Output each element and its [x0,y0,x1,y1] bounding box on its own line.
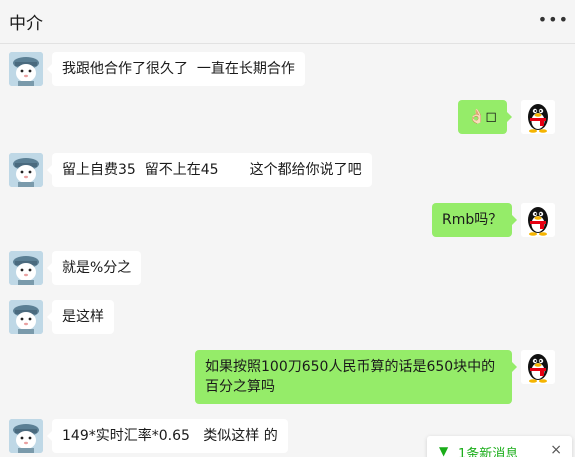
contact-avatar-icon [9,419,43,453]
message-bubble-sent[interactable]: Rmb吗？ [432,203,518,237]
penguin-avatar-icon [521,100,555,134]
new-message-count[interactable]: 1条新消息 [458,443,518,457]
penguin-avatar-icon [521,350,555,384]
message-bubble-received[interactable]: 留上自费35 留不上在45 这个都给你说了吧 [47,153,372,187]
message-bubble-sent[interactable]: 👌🏻◻ [458,100,513,134]
close-icon[interactable]: × [550,442,562,457]
my-avatar[interactable] [521,100,555,134]
chat-title: 中介 [9,14,43,34]
contact-avatar[interactable] [9,52,43,86]
contact-avatar-icon [9,251,43,285]
message-bubble-received[interactable]: 就是%分之 [46,251,142,285]
contact-avatar-icon [9,153,43,187]
contact-avatar[interactable] [9,300,43,334]
contact-avatar[interactable] [9,419,43,453]
message-bubble-sent[interactable]: 如果按照100刀650人民币算的话是650块中的百分之算吗 [195,350,517,404]
my-avatar[interactable] [521,350,555,384]
more-options-icon[interactable]: ••• [538,10,569,29]
message-bubble-received[interactable]: 是这样 [47,300,114,334]
contact-avatar[interactable] [9,251,43,285]
contact-avatar[interactable] [9,153,43,187]
contact-avatar-icon [9,300,43,334]
message-list[interactable]: 我跟他合作了很久了 一直在长期合作 👌🏻◻ 留上自费35 留不上在45 这个都给… [0,45,575,457]
arrow-down-icon: ▼ [439,444,449,457]
my-avatar[interactable] [521,203,555,237]
chat-header: 中介 ••• [0,0,575,44]
message-bubble-received[interactable]: 149*实时汇率*0.65 类似这样 的 [47,419,288,453]
new-message-toast[interactable]: ▼ 1条新消息 × [427,436,572,457]
message-bubble-received[interactable]: 我跟他合作了很久了 一直在长期合作 [47,52,305,86]
contact-avatar-icon [9,52,43,86]
penguin-avatar-icon [521,203,555,237]
